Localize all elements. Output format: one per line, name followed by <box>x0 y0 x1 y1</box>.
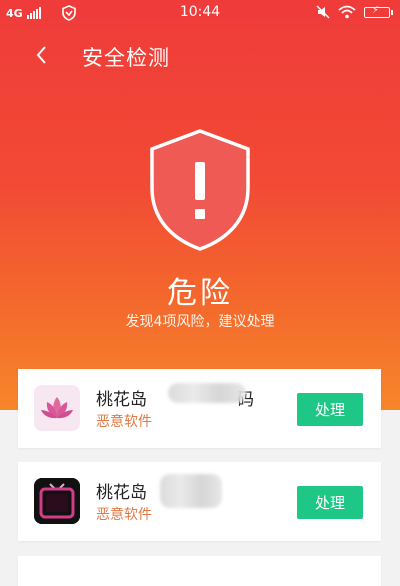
wifi-icon <box>338 5 356 19</box>
handle-button[interactable]: 处理 <box>297 486 363 519</box>
status-bar: 4G 10:44 ⚡ <box>0 0 400 26</box>
malware-tag: 恶意软件 <box>96 414 152 430</box>
malware-tag: 恶意软件 <box>96 507 152 523</box>
chevron-left-icon <box>36 46 46 64</box>
navigation-bar: 安全检测 <box>0 36 400 76</box>
risk-summary: 发现4项风险，建议处理 <box>125 314 275 330</box>
risk-item: 桃花岛码 恶意软件 处理 <box>18 369 381 448</box>
page-title: 安全检测 <box>82 46 170 70</box>
status-right: ⚡ <box>316 5 393 19</box>
tv-app-icon <box>34 478 80 524</box>
redaction-blur <box>160 474 222 508</box>
back-button[interactable] <box>30 40 56 70</box>
mute-icon <box>316 5 330 19</box>
app-name: 桃花岛 <box>96 483 147 503</box>
handle-button[interactable]: 处理 <box>297 393 363 426</box>
risk-item: 桃花岛 恶意软件 处理 <box>18 462 381 541</box>
danger-shield-icon <box>150 129 250 251</box>
risk-item-partial <box>18 556 381 586</box>
redaction-blur <box>168 383 246 403</box>
battery-icon: ⚡ <box>364 5 393 18</box>
lotus-app-icon <box>34 385 80 431</box>
risk-level-label: 危险 <box>167 276 233 311</box>
